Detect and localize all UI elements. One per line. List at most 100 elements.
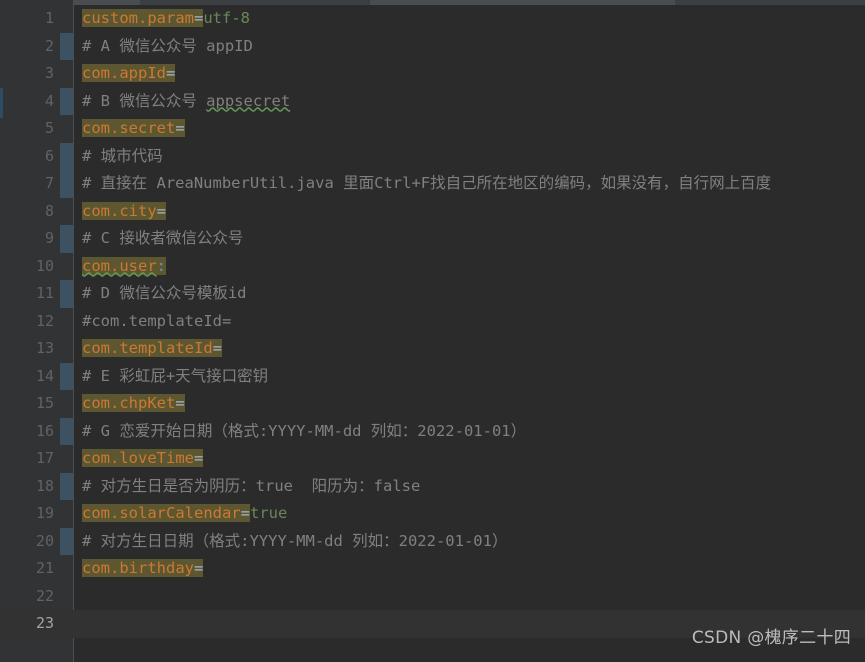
property-separator: : [156, 256, 166, 275]
comment-text: #com.templateId= [82, 311, 232, 330]
property-separator: = [193, 559, 204, 577]
line-number: 18 [35, 476, 54, 495]
comment-text: # B 微信公众号 [82, 91, 207, 110]
code-line[interactable]: 21 com.birthday= [0, 555, 865, 583]
property-separator: = [166, 64, 176, 82]
code-line[interactable]: 7 # 直接在 AreaNumberUtil.java 里面Ctrl+F找自己所在… [0, 170, 865, 198]
code-text[interactable]: com.secret= [82, 115, 185, 143]
line-number: 3 [44, 64, 54, 82]
comment-text: # D 微信公众号模板id [82, 284, 247, 302]
code-line[interactable]: 20 # 对方生日日期（格式:YYYY-MM-dd 列如：2022-01-01） [0, 527, 865, 556]
vcs-change-marker[interactable] [60, 362, 73, 390]
vcs-change-marker[interactable] [60, 527, 73, 555]
property-separator: = [175, 394, 185, 412]
vcs-change-marker[interactable] [60, 170, 73, 198]
line-number: 17 [35, 449, 54, 467]
code-line[interactable]: 13 com.templateId= [0, 335, 865, 363]
code-line[interactable]: 16 # G 恋爱开始日期（格式:YYYY-MM-dd 列如：2022-01-01… [0, 417, 865, 446]
code-line[interactable]: 22 [0, 583, 865, 611]
code-text[interactable]: com.loveTime= [82, 445, 204, 473]
code-text[interactable]: com.user: [82, 253, 166, 281]
comment-text: # 对方生日日期（格式:YYYY-MM-dd 列如：2022-01-01） [82, 531, 508, 550]
property-key: com.solarCalendar [82, 504, 241, 522]
line-number: 10 [35, 256, 54, 275]
code-lines: 1 custom.param=utf-8 2 # A 微信公众号 appID 3 com.… [0, 5, 865, 638]
vcs-change-marker[interactable] [60, 32, 73, 60]
code-line[interactable]: 1 custom.param=utf-8 [0, 5, 865, 33]
code-text[interactable]: # 对方生日日期（格式:YYYY-MM-dd 列如：2022-01-01） [82, 528, 507, 556]
code-editor[interactable]: 1 custom.param=utf-8 2 # A 微信公众号 appID 3 com.… [0, 0, 865, 662]
code-line[interactable]: 2 # A 微信公众号 appID [0, 32, 865, 61]
code-line[interactable]: 11 # D 微信公众号模板id [0, 280, 865, 308]
property-separator: = [193, 9, 204, 27]
property-key: com.user [82, 256, 157, 275]
code-text[interactable]: # B 微信公众号 appsecret [82, 88, 290, 116]
code-text[interactable]: # 城市代码 [82, 143, 163, 171]
line-number: 6 [44, 146, 54, 165]
code-text[interactable]: com.appId= [82, 60, 176, 88]
line-number: 21 [35, 559, 54, 577]
property-key: com.appId [82, 64, 166, 82]
line-number: 23 [35, 614, 54, 632]
line-number: 5 [44, 119, 54, 137]
code-text[interactable]: # G 恋爱开始日期（格式:YYYY-MM-dd 列如：2022-01-01） [82, 418, 526, 446]
code-line[interactable]: 4 # B 微信公众号 appsecret [0, 87, 865, 116]
line-number: 4 [44, 91, 54, 110]
property-separator: = [175, 119, 185, 137]
property-key: com.templateId [82, 339, 213, 357]
code-line[interactable]: 15 com.chpKet= [0, 390, 865, 418]
code-text[interactable]: # 直接在 AreaNumberUtil.java 里面Ctrl+F找自己所在地… [82, 170, 771, 198]
property-separator: = [212, 339, 222, 357]
vcs-change-marker[interactable] [60, 280, 73, 308]
code-line[interactable]: 8 com.city= [0, 198, 865, 226]
line-number: 11 [35, 284, 54, 302]
line-number: 9 [44, 229, 54, 247]
code-text[interactable]: com.city= [82, 198, 166, 226]
vcs-change-marker[interactable] [60, 225, 73, 253]
property-value: utf-8 [203, 9, 250, 27]
code-text[interactable]: #com.templateId= [82, 308, 231, 336]
property-key: com.loveTime [82, 449, 194, 467]
code-text[interactable]: # A 微信公众号 appID [82, 33, 253, 61]
property-separator: = [193, 449, 204, 467]
code-line[interactable]: 9 # C 接收者微信公众号 [0, 225, 865, 253]
vcs-change-marker[interactable] [60, 142, 73, 170]
line-number: 15 [35, 394, 54, 412]
code-text[interactable]: com.templateId= [82, 335, 222, 363]
code-text[interactable]: com.birthday= [82, 555, 204, 583]
code-line[interactable]: 12 #com.templateId= [0, 308, 865, 336]
comment-text: # 对方生日是否为阴历：true 阳历为：false [82, 476, 421, 495]
code-text[interactable]: com.chpKet= [82, 390, 185, 418]
property-key: com.city [82, 201, 157, 220]
code-text[interactable]: custom.param=utf-8 [82, 5, 250, 33]
line-number: 20 [35, 531, 54, 550]
code-line[interactable]: 10 com.user: [0, 253, 865, 281]
code-line[interactable]: 17 com.loveTime= [0, 445, 865, 473]
code-line[interactable]: 6 # 城市代码 [0, 142, 865, 171]
code-line[interactable]: 18 # 对方生日是否为阴历：true 阳历为：false [0, 472, 865, 501]
property-value: true [249, 504, 288, 522]
code-text[interactable]: # C 接收者微信公众号 [82, 225, 243, 253]
code-line[interactable]: 19 com.solarCalendar=true [0, 500, 865, 528]
property-key: com.chpKet [82, 394, 176, 412]
code-text[interactable]: # 对方生日是否为阴历：true 阳历为：false [82, 473, 420, 501]
line-number: 12 [35, 311, 54, 330]
comment-text: # A 微信公众号 appID [82, 36, 253, 55]
property-separator: = [156, 201, 166, 220]
line-number: 13 [35, 339, 54, 357]
code-line[interactable]: 14 # E 彩虹屁+天气接口密钥 [0, 362, 865, 391]
property-separator: = [240, 504, 250, 522]
vcs-change-marker[interactable] [60, 472, 73, 500]
csdn-watermark: CSDN @槐序二十四 [691, 628, 851, 648]
code-text[interactable]: com.solarCalendar=true [82, 500, 287, 528]
code-text[interactable]: # E 彩虹屁+天气接口密钥 [82, 363, 268, 391]
vcs-change-marker[interactable] [60, 87, 73, 115]
comment-text: # 城市代码 [82, 146, 163, 165]
property-key: com.secret [82, 119, 176, 137]
property-key: com.birthday [82, 559, 194, 577]
vcs-change-marker[interactable] [60, 417, 73, 445]
code-line[interactable]: 5 com.secret= [0, 115, 865, 143]
code-text[interactable]: # D 微信公众号模板id [82, 280, 247, 308]
line-number: 8 [44, 201, 54, 220]
code-line[interactable]: 3 com.appId= [0, 60, 865, 88]
